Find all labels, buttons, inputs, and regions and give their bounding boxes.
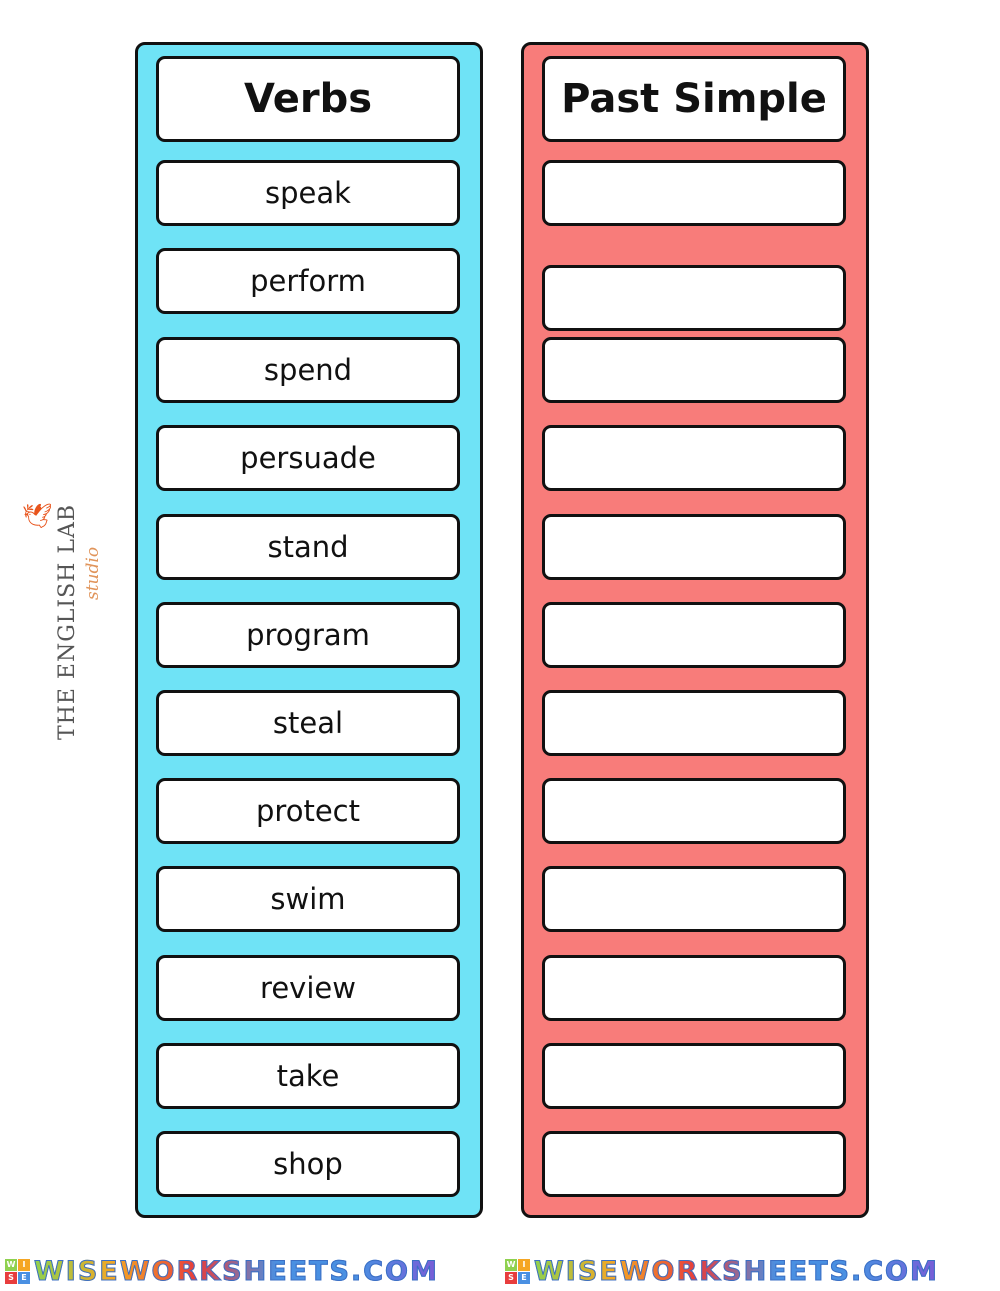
past-simple-header: Past Simple xyxy=(542,56,846,142)
verb-card[interactable]: program xyxy=(156,602,460,668)
past-simple-answer-box[interactable] xyxy=(542,337,846,403)
past-simple-answer-box[interactable] xyxy=(542,425,846,491)
logo-subtitle: studio xyxy=(83,546,103,600)
logo-title: THE ENGLISH LAB xyxy=(55,503,80,740)
past-simple-answer-box[interactable] xyxy=(542,1043,846,1109)
bird-logo-icon: 🕊 xyxy=(22,502,53,530)
past-simple-answer-box[interactable] xyxy=(542,1131,846,1197)
verbs-header: Verbs xyxy=(156,56,460,142)
verb-card[interactable]: steal xyxy=(156,690,460,756)
verbs-panel: Verbs speak perform spend persuade stand prog… xyxy=(135,42,483,1218)
past-simple-answer-box[interactable] xyxy=(542,265,846,331)
past-simple-answer-box[interactable] xyxy=(542,602,846,668)
past-simple-answer-box[interactable] xyxy=(542,514,846,580)
verb-card[interactable]: spend xyxy=(156,337,460,403)
footer-watermark: WI SE WISEWORKSHEETS.COM xyxy=(5,1253,439,1289)
verb-card[interactable]: swim xyxy=(156,866,460,932)
past-simple-answer-box[interactable] xyxy=(542,955,846,1021)
past-simple-answer-box[interactable] xyxy=(542,778,846,844)
footer-text: WISEWORKSHEETS.COM xyxy=(534,1255,939,1287)
footer-text: WISEWORKSHEETS.COM xyxy=(34,1255,439,1287)
verb-card[interactable]: review xyxy=(156,955,460,1021)
logo: THE ENGLISH LAB studio xyxy=(55,490,115,740)
verb-card[interactable]: protect xyxy=(156,778,460,844)
verb-card[interactable]: speak xyxy=(156,160,460,226)
verb-card[interactable]: shop xyxy=(156,1131,460,1197)
wise-badge-icon: WI SE xyxy=(505,1258,530,1284)
past-simple-answer-box[interactable] xyxy=(542,866,846,932)
footer-watermark: WI SE WISEWORKSHEETS.COM xyxy=(505,1253,939,1289)
verb-card[interactable]: perform xyxy=(156,248,460,314)
verb-card[interactable]: stand xyxy=(156,514,460,580)
past-simple-answer-box[interactable] xyxy=(542,690,846,756)
past-simple-answer-box[interactable] xyxy=(542,160,846,226)
verb-card[interactable]: persuade xyxy=(156,425,460,491)
verb-card[interactable]: take xyxy=(156,1043,460,1109)
wise-badge-icon: WI SE xyxy=(5,1258,30,1284)
past-simple-panel: Past Simple xyxy=(521,42,869,1218)
